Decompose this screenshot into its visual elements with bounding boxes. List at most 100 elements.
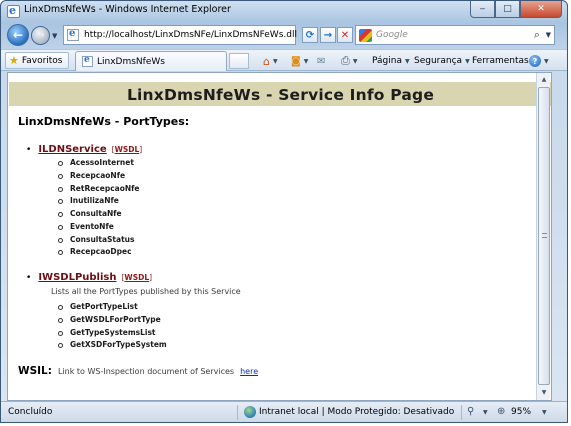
maximize-button[interactable]: □ — [495, 1, 520, 18]
forward-icon: → — [36, 30, 45, 41]
search-input[interactable]: Google — [376, 30, 408, 40]
operation-item: GetXSDForTypeSystem — [58, 339, 167, 352]
favorites-button[interactable]: ★ Favoritos — [5, 52, 69, 69]
forward-button[interactable]: → — [31, 26, 50, 45]
star-icon: ★ — [9, 54, 19, 67]
page-icon: e — [67, 28, 79, 41]
stop-button[interactable]: ✕ — [337, 27, 353, 43]
home-icon: ⌂ — [263, 54, 270, 68]
title-bar: e LinxDmsNfeWs - Windows Internet Explor… — [1, 1, 567, 21]
page-menu-label: Página — [372, 56, 402, 66]
service-item-ildnservice: • ILDNService [WSDL] — [26, 144, 143, 155]
address-bar[interactable]: e http://localhost/LinxDmsNFe/LinxDmsNFe… — [63, 25, 297, 45]
browser-window: e LinxDmsNfeWs - Windows Internet Explor… — [0, 0, 568, 423]
wsil-label: WSIL: — [18, 365, 52, 377]
zoom-icon: ⊕ — [497, 406, 506, 417]
page-menu[interactable]: Página ▼ — [372, 53, 410, 69]
tools-menu-label: Ferramentas — [472, 56, 529, 66]
search-button[interactable]: ⌕ — [534, 28, 540, 42]
safety-menu-label: Segurança — [414, 56, 463, 66]
operation-item: GetTypeSystemsList — [58, 327, 167, 340]
google-icon — [359, 29, 372, 42]
status-bar: Concluído Intranet local | Modo Protegid… — [1, 401, 567, 422]
mail-icon: ✉ — [317, 55, 326, 67]
scroll-thumb[interactable] — [538, 87, 550, 385]
navigation-bar: ← → ▼ e http://localhost/LinxDmsNFe/Linx… — [1, 22, 567, 48]
porttypes-heading: LinxDmsNfeWs - PortTypes: — [18, 115, 190, 128]
wsil-text: Link to WS-Inspection document of Servic… — [57, 367, 235, 376]
operation-item: ConsultaNfe — [58, 208, 140, 221]
operation-item: RecepcaoNfe — [58, 170, 140, 183]
recent-pages-dropdown[interactable]: ▼ — [52, 32, 57, 40]
tools-menu[interactable]: Ferramentas▼ — [472, 53, 536, 69]
operation-item: AcessoInternet — [58, 157, 140, 170]
bullet: • — [26, 273, 32, 283]
page-content: LinxDmsNfeWs - Service Info Page LinxDms… — [7, 72, 552, 401]
operation-list-iwsdlpublish: GetPortTypeList GetWSDLForPortType GetTy… — [58, 301, 167, 352]
magnifier-dropdown[interactable]: ▼ — [483, 409, 488, 416]
favorites-label: Favoritos — [21, 55, 63, 66]
wsdl-link-ildnservice[interactable]: WSDL — [115, 145, 140, 154]
close-button[interactable]: ✕ — [520, 1, 562, 18]
page-title: LinxDmsNfeWs - Service Info Page — [126, 86, 435, 104]
service-description: Lists all the PortTypes published by thi… — [51, 287, 241, 296]
intranet-zone-icon — [244, 406, 256, 418]
operation-item: EventoNfe — [58, 221, 140, 234]
refresh-button[interactable]: ⟳ — [302, 27, 318, 43]
window-title: LinxDmsNfeWs - Windows Internet Explorer — [24, 4, 231, 15]
scroll-up-button[interactable]: ▲ — [538, 74, 550, 86]
home-button[interactable]: ⌂ ▼ — [263, 53, 278, 69]
safety-menu[interactable]: Segurança ▼ — [414, 53, 470, 69]
tab-label: LinxDmsNfeWs — [97, 56, 165, 67]
help-icon: ? — [529, 55, 541, 67]
back-button[interactable]: ← — [7, 24, 29, 46]
wsdl-link-iwsdlpublish[interactable]: WSDL — [124, 273, 149, 282]
go-button[interactable]: → — [320, 27, 336, 43]
page-icon: e — [82, 55, 93, 67]
feeds-button[interactable]: ◙ ▼ — [291, 53, 308, 69]
page-banner: LinxDmsNfeWs - Service Info Page — [9, 82, 551, 106]
new-tab-button[interactable] — [229, 53, 249, 69]
operation-item: RetRecepcaoNfe — [58, 183, 140, 196]
divider — [237, 405, 238, 420]
zoom-dropdown[interactable]: ▼ — [542, 409, 547, 416]
status-text: Concluído — [8, 407, 53, 417]
read-mail-button[interactable]: ✉ — [317, 53, 325, 69]
security-zone[interactable]: Intranet local | Modo Protegido: Desativ… — [259, 407, 454, 417]
back-icon: ← — [12, 28, 24, 42]
minimize-button[interactable]: ‒ — [470, 1, 495, 18]
zoom-level[interactable]: 95% — [511, 407, 531, 417]
scroll-down-button[interactable]: ▼ — [538, 387, 550, 399]
search-options-dropdown[interactable]: ▼ — [546, 31, 551, 39]
operation-list-ildnservice: AcessoInternet RecepcaoNfe RetRecepcaoNf… — [58, 157, 140, 259]
magnifier-icon[interactable]: ⚲ — [467, 406, 474, 417]
bullet: • — [26, 145, 32, 155]
grip-icon — [542, 233, 547, 238]
service-link-ildnservice[interactable]: ILDNService — [38, 144, 106, 155]
wsil-here-link[interactable]: here — [240, 367, 258, 376]
search-icon: ⌕ — [533, 28, 540, 41]
search-box[interactable]: Google ⌕ ▼ — [355, 25, 555, 45]
help-button[interactable]: ? ▼ — [529, 53, 549, 69]
print-button[interactable]: ⎙ ▼ — [341, 53, 357, 69]
service-link-iwsdlpublish[interactable]: IWSDLPublish — [38, 272, 116, 283]
tab-linxdmsnfews[interactable]: e LinxDmsNfeWs — [75, 51, 227, 71]
print-icon: ⎙ — [341, 54, 350, 67]
operation-item: RecepcaoDpec — [58, 246, 140, 259]
service-item-iwsdlpublish: • IWSDLPublish [WSDL] — [26, 272, 153, 283]
address-input[interactable]: http://localhost/LinxDmsNFe/LinxDmsNFeWs… — [84, 30, 297, 40]
operation-item: GetPortTypeList — [58, 301, 167, 314]
rss-icon: ◙ — [291, 55, 301, 67]
operation-item: GetWSDLForPortType — [58, 314, 167, 327]
operation-item: ConsultaStatus — [58, 234, 140, 247]
stop-icon: ✕ — [340, 29, 350, 41]
refresh-icon: ⟳ — [305, 29, 315, 41]
operation-item: InutilizaNfe — [58, 195, 140, 208]
favorites-bar: ★ Favoritos e LinxDmsNfeWs ⌂ ▼ ◙ ▼ ✉ ⎙ ▼ Pá… — [1, 49, 567, 71]
go-icon: → — [323, 29, 333, 41]
divider — [461, 405, 462, 420]
ie-icon: e — [7, 4, 20, 18]
window-controls: ‒ □ ✕ — [470, 1, 562, 18]
wsil-row: WSIL: Link to WS-Inspection document of … — [18, 365, 258, 377]
vertical-scrollbar[interactable]: ▲ ▼ — [536, 73, 550, 400]
